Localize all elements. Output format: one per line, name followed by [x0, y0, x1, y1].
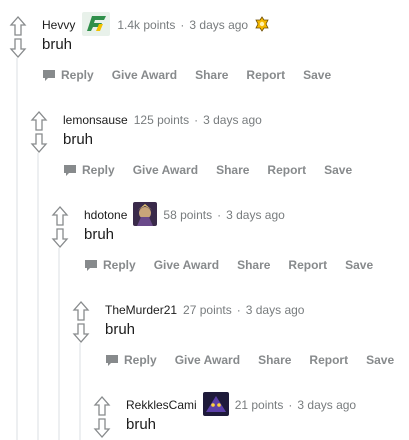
- share-button[interactable]: Share: [216, 163, 249, 177]
- comment-actions: Reply Give Award Share Report Save: [84, 258, 391, 272]
- report-button[interactable]: Report: [288, 258, 327, 272]
- username[interactable]: Hevvy: [42, 18, 75, 32]
- points: 27 points: [183, 303, 232, 317]
- points: 125 points: [133, 113, 190, 127]
- save-button[interactable]: Save: [345, 258, 373, 272]
- username[interactable]: TheMurder21: [105, 303, 177, 317]
- reply-button[interactable]: Reply: [42, 68, 94, 82]
- champion-avatar-icon: [202, 391, 229, 419]
- comment-header: lemonsause 125 points · 3 days ago: [63, 111, 262, 129]
- separator-dot: ·: [217, 208, 222, 222]
- comment-header: hdotone 58 points · 3 days ago: [84, 201, 285, 226]
- downvote-arrow-icon[interactable]: [9, 38, 27, 58]
- comment-header: Hevvy 1.4k points · 3 days ago: [42, 11, 270, 36]
- separator-dot: ·: [288, 398, 293, 412]
- speech-bubble-icon: [106, 354, 118, 366]
- save-button[interactable]: Save: [303, 68, 331, 82]
- comment: RekklesCami 21 points · 3 days ago bruh: [93, 388, 409, 440]
- comment: Hevvy 1.4k points · 3 days ago bruh Repl…: [9, 8, 409, 98]
- upvote-arrow-icon[interactable]: [9, 16, 27, 36]
- team-logo-flair-icon: [81, 11, 111, 40]
- report-button[interactable]: Report: [246, 68, 285, 82]
- username[interactable]: lemonsause: [63, 113, 128, 127]
- downvote-arrow-icon[interactable]: [72, 323, 90, 343]
- timestamp[interactable]: 3 days ago: [203, 113, 262, 127]
- thread-line-2[interactable]: [37, 153, 39, 440]
- upvote-arrow-icon[interactable]: [72, 301, 90, 321]
- downvote-arrow-icon[interactable]: [51, 228, 69, 248]
- comment-actions: Reply Give Award Share Report Save: [42, 68, 349, 82]
- upvote-arrow-icon[interactable]: [93, 396, 111, 416]
- upvote-arrow-icon[interactable]: [30, 111, 48, 131]
- share-button[interactable]: Share: [237, 258, 270, 272]
- reply-button[interactable]: Reply: [84, 258, 136, 272]
- comment-body: bruh: [63, 131, 94, 148]
- comment-body: bruh: [105, 321, 136, 338]
- comment: lemonsause 125 points · 3 days ago bruh …: [30, 103, 409, 193]
- speech-bubble-icon: [85, 259, 97, 271]
- comment-body: bruh: [84, 226, 115, 243]
- downvote-arrow-icon[interactable]: [93, 418, 111, 438]
- comment-header: TheMurder21 27 points · 3 days ago: [105, 301, 304, 319]
- give-award-button[interactable]: Give Award: [154, 258, 219, 272]
- reply-button[interactable]: Reply: [63, 163, 115, 177]
- username[interactable]: RekklesCami: [126, 398, 197, 412]
- separator-dot: ·: [180, 18, 185, 32]
- award-badge-icon[interactable]: [254, 15, 270, 35]
- username[interactable]: hdotone: [84, 208, 127, 222]
- thread-line-1[interactable]: [16, 58, 18, 440]
- timestamp[interactable]: 3 days ago: [297, 398, 356, 412]
- comment-header: RekklesCami 21 points · 3 days ago: [126, 391, 356, 416]
- report-button[interactable]: Report: [309, 353, 348, 367]
- comment: TheMurder21 27 points · 3 days ago bruh …: [72, 293, 409, 383]
- comment: hdotone 58 points · 3 days ago bruh Repl…: [51, 198, 409, 288]
- reply-button[interactable]: Reply: [105, 353, 157, 367]
- speech-bubble-icon: [43, 69, 55, 81]
- comment-actions: Reply Give Award Share Report Save: [105, 353, 409, 367]
- champion-avatar-icon: [133, 201, 158, 229]
- share-button[interactable]: Share: [258, 353, 291, 367]
- points: 58 points: [163, 208, 213, 222]
- reply-label: Reply: [124, 353, 157, 367]
- points: 21 points: [234, 398, 284, 412]
- speech-bubble-icon: [64, 164, 76, 176]
- give-award-button[interactable]: Give Award: [175, 353, 240, 367]
- reply-label: Reply: [82, 163, 115, 177]
- save-button[interactable]: Save: [324, 163, 352, 177]
- timestamp[interactable]: 3 days ago: [246, 303, 305, 317]
- save-button[interactable]: Save: [366, 353, 394, 367]
- downvote-arrow-icon[interactable]: [30, 133, 48, 153]
- comment-body: bruh: [42, 36, 73, 53]
- give-award-button[interactable]: Give Award: [112, 68, 177, 82]
- give-award-button[interactable]: Give Award: [133, 163, 198, 177]
- report-button[interactable]: Report: [267, 163, 306, 177]
- points: 1.4k points: [117, 18, 176, 32]
- share-button[interactable]: Share: [195, 68, 228, 82]
- comment-actions: Reply Give Award Share Report Save: [63, 163, 370, 177]
- reply-label: Reply: [103, 258, 136, 272]
- separator-dot: ·: [194, 113, 199, 127]
- timestamp[interactable]: 3 days ago: [226, 208, 285, 222]
- comment-body: bruh: [126, 416, 157, 433]
- timestamp[interactable]: 3 days ago: [189, 18, 248, 32]
- separator-dot: ·: [236, 303, 241, 317]
- upvote-arrow-icon[interactable]: [51, 206, 69, 226]
- reply-label: Reply: [61, 68, 94, 82]
